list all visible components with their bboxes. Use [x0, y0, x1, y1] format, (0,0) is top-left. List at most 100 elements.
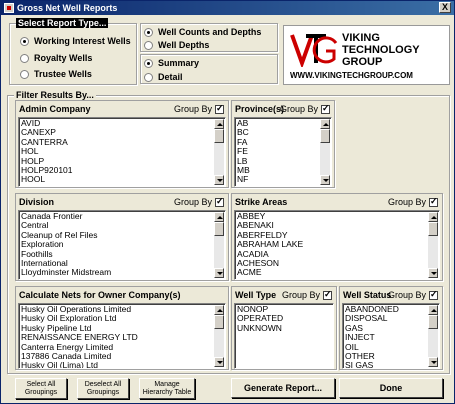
radio-detail[interactable]: Detail [144, 72, 183, 82]
list-item[interactable]: ACADIA [237, 250, 427, 259]
radio-trustee[interactable]: Trustee Wells [20, 69, 92, 79]
well-type-list[interactable]: NONOP OPERATED UNKNOWN [234, 303, 334, 369]
list-item[interactable]: Canterra Energy Limited [21, 343, 213, 352]
title-bar: Gross Net Well Reports X [1, 1, 454, 15]
detail-option-group: Summary Detail [140, 54, 278, 84]
list-item[interactable]: Foothills [21, 250, 213, 259]
radio-working-interest[interactable]: Working Interest Wells [20, 36, 131, 46]
list-item[interactable]: OIL [345, 343, 427, 352]
list-item[interactable]: ABRAHAM LAKE [237, 240, 427, 249]
list-item[interactable]: Cleanup of Rel Files [21, 231, 213, 240]
list-item[interactable]: NONOP [237, 305, 331, 314]
list-item[interactable]: ABENAKI [237, 221, 427, 230]
list-item[interactable]: Husky Oil (Lima) Ltd [21, 361, 213, 368]
provinces-list[interactable]: AB BC FA FE LB MB NF [234, 117, 332, 187]
admin-company-panel: Admin Company Group By AVIDCANEXPCANTERR… [15, 100, 229, 188]
scroll-down-icon [320, 175, 330, 185]
list-item[interactable]: International [21, 259, 213, 268]
list-item[interactable]: MB [237, 166, 319, 175]
list-item[interactable]: FA [237, 138, 319, 147]
well-type-group-by[interactable]: Group By [282, 289, 332, 300]
list-item[interactable]: ABERFELDY [237, 231, 427, 240]
radio-well-counts[interactable]: Well Counts and Depths [144, 27, 261, 37]
report-window: Gross Net Well Reports X Select Report T… [0, 0, 455, 404]
strike-areas-list[interactable]: ABBEY ABENAKI ABERFELDY ABRAHAM LAKE ACADIA A… [234, 210, 440, 280]
list-item[interactable]: ABBEY [237, 212, 427, 221]
admin-company-list[interactable]: AVID CANEXP CANTERRA HOL HOLP HOLP920101 HOOL [18, 117, 226, 187]
radio-well-depths[interactable]: Well Depths [144, 40, 209, 50]
well-status-group-by[interactable]: Group By [388, 289, 438, 300]
list-item[interactable]: Husky Oil Exploration Ltd [21, 314, 213, 323]
scroll-thumb [428, 222, 438, 236]
list-item[interactable]: HOLP [21, 157, 213, 166]
list-item[interactable]: NF [237, 175, 319, 184]
well-status-list[interactable]: ABANDONED DISPOSAL GAS INJECT OIL OTHER SI GAS [342, 303, 440, 369]
list-item[interactable]: AVID [21, 119, 213, 128]
scrollbar[interactable] [428, 305, 438, 367]
scroll-thumb [214, 222, 224, 236]
scrollbar[interactable] [214, 119, 224, 185]
list-item[interactable]: FE [237, 147, 319, 156]
well-status-panel: Well Status Group By ABANDONEDDISPOSALGA… [339, 286, 443, 370]
list-item[interactable]: LB [237, 157, 319, 166]
generate-report-button[interactable]: Generate Report... [231, 378, 335, 398]
scrollbar[interactable] [428, 212, 438, 278]
close-button[interactable]: X [439, 2, 451, 13]
filter-label: Filter Results By... [14, 90, 96, 100]
list-item[interactable]: ACME [237, 268, 427, 277]
scrollbar[interactable] [320, 119, 330, 185]
deselect-all-button[interactable]: Deselect All Groupings [77, 378, 129, 399]
scroll-thumb [214, 129, 224, 143]
list-item[interactable]: HOL [21, 147, 213, 156]
strike-areas-group-by[interactable]: Group By [388, 196, 438, 207]
scrollbar[interactable] [214, 212, 224, 278]
scrollbar[interactable] [214, 305, 224, 367]
logo-url: WWW.VIKINGTECHGROUP.COM [290, 71, 413, 80]
list-item[interactable]: BC [237, 128, 319, 137]
list-item[interactable]: ABANDONED [345, 305, 427, 314]
window-title: Gross Net Well Reports [17, 3, 118, 13]
list-item[interactable]: Exploration [21, 240, 213, 249]
radio-summary[interactable]: Summary [144, 58, 199, 68]
list-item[interactable]: INJECT [345, 333, 427, 342]
checkbox-icon [429, 289, 438, 300]
list-item[interactable]: RENAISSANCE ENERGY LTD [21, 333, 213, 342]
division-list[interactable]: Canada Frontier Central Cleanup of Rel Fil… [18, 210, 226, 280]
radio-button-icon [144, 58, 153, 68]
list-item[interactable]: HOOL [21, 175, 213, 184]
admin-company-title: Admin Company [19, 104, 91, 114]
list-item[interactable]: Lloydminster Midstream [21, 268, 213, 277]
scroll-thumb [214, 315, 224, 329]
scroll-down-icon [428, 357, 438, 367]
list-item[interactable]: OPERATED [237, 314, 331, 323]
list-item[interactable]: UNKNOWN [237, 324, 331, 333]
division-group-by[interactable]: Group By [174, 196, 224, 207]
scroll-thumb [428, 315, 438, 329]
list-item[interactable]: CANEXP [21, 128, 213, 137]
owner-nets-list[interactable]: Husky Oil Operations Limited Husky Oil Ex… [18, 303, 226, 369]
list-item[interactable]: AB [237, 119, 319, 128]
list-item[interactable]: Husky Pipeline Ltd [21, 324, 213, 333]
scroll-down-icon [214, 357, 224, 367]
list-item[interactable]: Canada Frontier [21, 212, 213, 221]
list-item[interactable]: SI GAS [345, 361, 427, 368]
provinces-title: Province(s) [235, 104, 285, 114]
list-item[interactable]: DISPOSAL [345, 314, 427, 323]
list-item[interactable]: OTHER [345, 352, 427, 361]
list-item[interactable]: GAS [345, 324, 427, 333]
list-item[interactable]: ACHESON [237, 259, 427, 268]
owner-nets-title: Calculate Nets for Owner Company(s) [19, 290, 181, 300]
radio-button-icon [20, 69, 29, 79]
list-item[interactable]: Husky Oil Operations Limited [21, 305, 213, 314]
scroll-up-icon [428, 212, 438, 222]
admin-company-group-by[interactable]: Group By [174, 103, 224, 114]
provinces-group-by[interactable]: Group By [280, 103, 330, 114]
select-all-button[interactable]: Select All Groupings [15, 378, 67, 399]
list-item[interactable]: Central [21, 221, 213, 230]
radio-royalty[interactable]: Royalty Wells [20, 53, 92, 63]
list-item[interactable]: HOLP920101 [21, 166, 213, 175]
manage-hierarchy-button[interactable]: Manage Hierarchy Table [139, 378, 195, 399]
done-button[interactable]: Done [339, 378, 443, 398]
list-item[interactable]: 137886 Canada Limited [21, 352, 213, 361]
list-item[interactable]: CANTERRA [21, 138, 213, 147]
